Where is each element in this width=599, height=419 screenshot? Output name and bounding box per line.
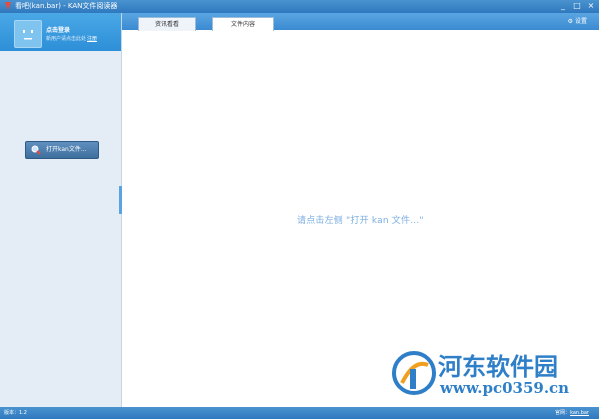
tab-bar: 资讯看看 文件内容 ⚙ 设置 [122, 13, 599, 31]
magnifier-icon [31, 145, 41, 155]
tab-news[interactable]: 资讯看看 [138, 17, 196, 31]
gear-icon: ⚙ [567, 18, 573, 25]
homepage-link[interactable]: kan.bar [570, 410, 589, 416]
avatar[interactable] [14, 20, 42, 48]
user-panel[interactable]: 点击登录 新用户请点击此处注册 [0, 13, 121, 51]
open-button-label: 打开kan文件... [46, 146, 87, 153]
watermark-url: www.pc0359.cn [440, 379, 570, 397]
window-title: 看吧(kan.bar) - KAN文件阅读器 [15, 2, 118, 10]
homepage: 官网：kan.bar [555, 407, 589, 419]
homepage-label: 官网： [555, 410, 571, 416]
empty-hint: 请点击左侧 "打开 kan 文件..." [297, 216, 424, 226]
title-bar: 看吧(kan.bar) - KAN文件阅读器 _ □ × [0, 0, 599, 13]
status-bar: 版本：1.2 官网：kan.bar [0, 407, 599, 419]
login-sub-text: 新用户请点击此处 [46, 36, 87, 42]
watermark-logo-icon [392, 351, 436, 395]
maximize-button[interactable]: □ [571, 1, 583, 11]
login-subtitle: 新用户请点击此处注册 [46, 35, 97, 42]
watermark-name: 河东软件园 [438, 352, 558, 381]
settings-label: 设置 [574, 18, 587, 25]
watermark: 河东软件园 www.pc0359.cn [390, 345, 590, 401]
avatar-face-icon [23, 30, 33, 40]
minimize-button[interactable]: _ [557, 1, 569, 11]
open-kan-file-button[interactable]: 打开kan文件... [25, 141, 99, 159]
login-title[interactable]: 点击登录 [46, 25, 70, 34]
sidebar: 点击登录 新用户请点击此处注册 打开kan文件... [0, 13, 122, 407]
settings-button[interactable]: ⚙ 设置 [568, 17, 587, 27]
register-link[interactable]: 注册 [87, 36, 97, 42]
close-button[interactable]: × [585, 1, 597, 11]
app-logo-icon [5, 2, 11, 10]
version-label: 版本：1.2 [4, 410, 27, 416]
tab-file-content[interactable]: 文件内容 [212, 17, 274, 31]
